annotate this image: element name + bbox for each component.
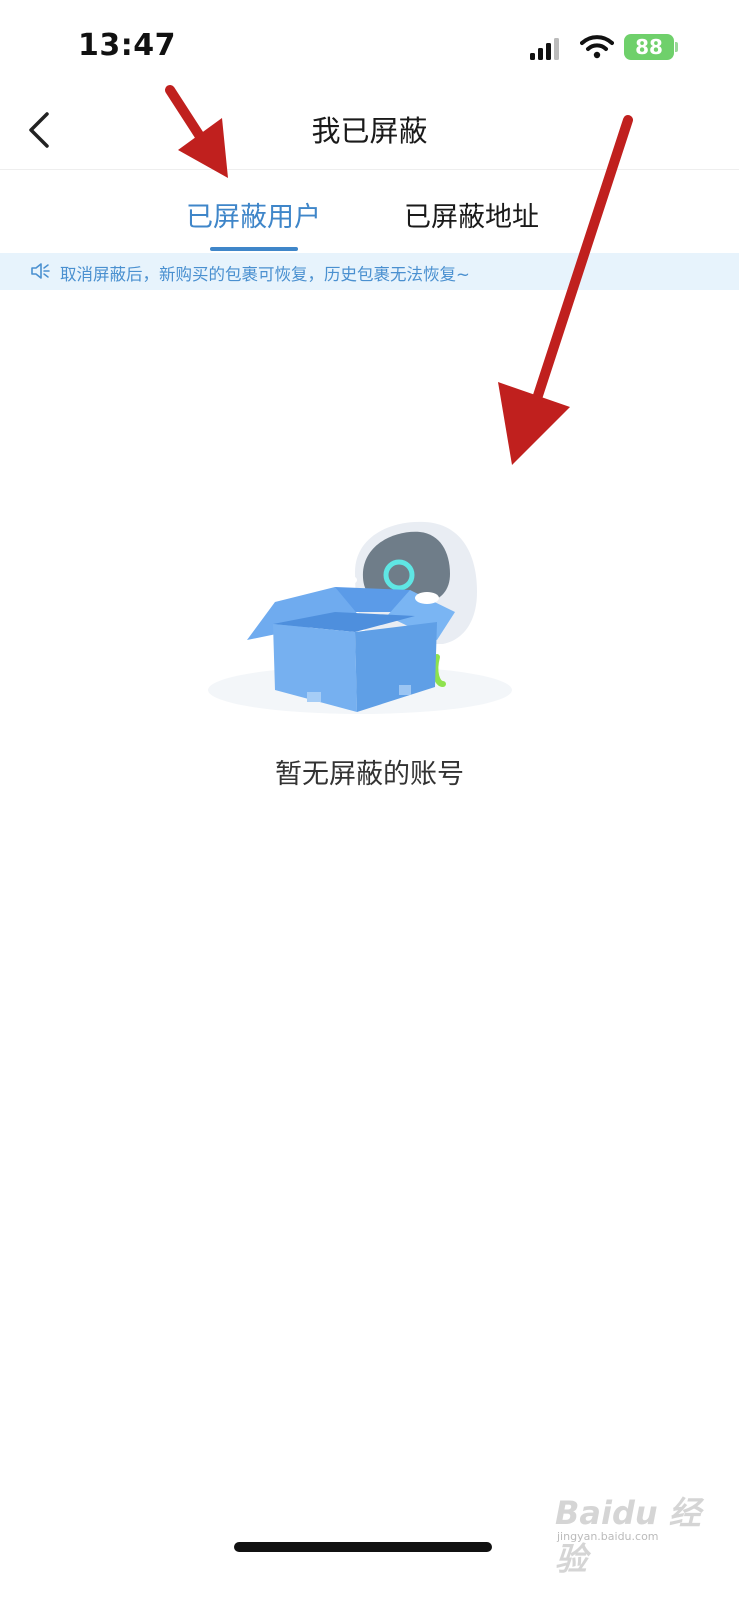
notice-text: 取消屏蔽后，新购买的包裹可恢复，历史包裹无法恢复~: [60, 265, 470, 284]
status-time: 13:47: [78, 28, 176, 63]
wifi-icon: [580, 35, 614, 59]
tab-bar: 已屏蔽用户 已屏蔽地址: [0, 171, 739, 253]
empty-state-text: 暂无屏蔽的账号: [275, 759, 464, 790]
tab-blocked-addresses[interactable]: 已屏蔽地址: [404, 195, 539, 234]
nav-bar: 我已屏蔽: [0, 90, 739, 170]
watermark-url: jingyan.baidu.com: [557, 1530, 659, 1543]
notice-bar: 取消屏蔽后，新购买的包裹可恢复，历史包裹无法恢复~: [0, 253, 739, 290]
page-title: 我已屏蔽: [311, 114, 428, 148]
active-tab-indicator: [210, 247, 298, 251]
home-indicator[interactable]: [234, 1542, 492, 1552]
status-icons: 88: [528, 34, 688, 64]
battery-tip: [675, 42, 678, 52]
speaker-icon: [31, 263, 50, 279]
empty-box-robot-illustration: [208, 521, 512, 714]
signal-icon: [530, 38, 559, 60]
status-bar: 13:47 88: [0, 0, 739, 90]
battery-icon: 88: [624, 34, 674, 60]
battery-level: 88: [635, 35, 663, 59]
tab-blocked-users[interactable]: 已屏蔽用户: [186, 195, 321, 234]
baidu-watermark: Baidu 经验 jingyan.baidu.com: [555, 1488, 705, 1578]
